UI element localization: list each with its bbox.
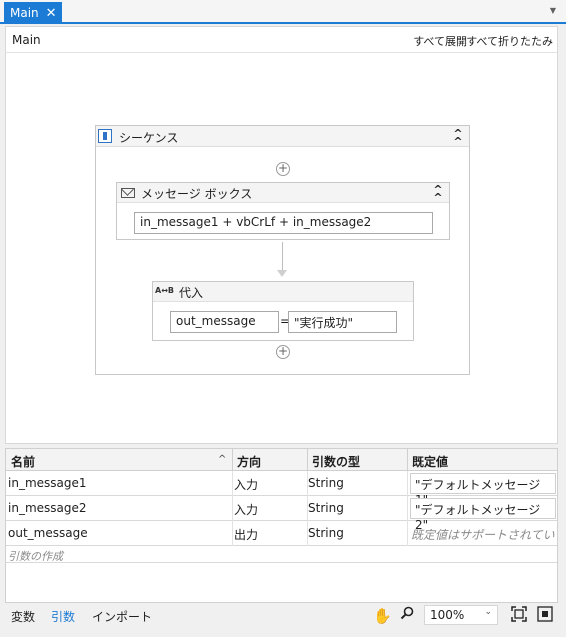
cell-divider <box>407 521 408 546</box>
message-text-field[interactable]: in_message1 + vbCrLf + in_message2 <box>134 212 433 234</box>
overview-icon[interactable] <box>537 606 553 622</box>
argument-default-field[interactable]: "デフォルトメッセージ2" <box>410 498 556 532</box>
sequence-title: シーケンス <box>119 131 179 145</box>
zoom-level-value: 100% <box>430 608 465 622</box>
cell-divider <box>407 471 408 496</box>
argument-direction-cell[interactable]: 出力 <box>234 526 258 543</box>
connector-line <box>282 242 283 270</box>
table-row[interactable]: in_message1 入力 String "デフォルトメッセージ1" <box>6 471 557 507</box>
arguments-table-header: 名前 ^ 方向 引数の型 既定値 <box>6 449 557 471</box>
cell-divider <box>232 471 233 496</box>
connector-arrow-icon <box>277 270 287 277</box>
row-divider <box>6 562 557 563</box>
breadcrumb[interactable]: Main <box>12 33 41 47</box>
cell-divider <box>232 496 233 521</box>
assign-activity[interactable]: A↔B 代入 out_message = "実行成功" <box>152 281 414 341</box>
envelope-icon <box>121 188 135 198</box>
designer-footer: 変数 引数 インポート ✋ 100% ⌄ <box>5 603 558 629</box>
assign-value-field[interactable]: "実行成功" <box>288 311 397 333</box>
document-tab-strip: Main ✕ ▼ <box>0 0 566 24</box>
column-header-default[interactable]: 既定値 <box>412 453 448 470</box>
argument-direction-cell[interactable]: 入力 <box>234 476 258 493</box>
cell-divider <box>407 496 408 521</box>
assign-to-field[interactable]: out_message <box>170 311 279 333</box>
column-separator[interactable] <box>307 449 308 471</box>
assign-header[interactable]: A↔B 代入 <box>153 282 413 302</box>
column-header-direction[interactable]: 方向 <box>237 453 261 470</box>
arguments-panel: 名前 ^ 方向 引数の型 既定値 in_message1 入力 String "… <box>5 448 558 603</box>
add-activity-top-icon[interactable]: + <box>276 162 290 176</box>
message-box-header[interactable]: メッセージ ボックス ^ ^ <box>117 183 449 203</box>
assign-icon: A↔B <box>155 286 174 295</box>
column-separator[interactable] <box>407 449 408 471</box>
argument-name-cell[interactable]: out_message <box>8 526 88 540</box>
cell-divider <box>232 521 233 546</box>
sequence-header[interactable]: シーケンス ^ ^ <box>96 126 469 147</box>
chevron-down-icon: ⌄ <box>484 607 492 617</box>
tab-main[interactable]: Main ✕ <box>4 2 62 24</box>
argument-type-cell[interactable]: String <box>308 526 344 540</box>
collapse-all-button[interactable]: すべて折りたたみ <box>466 33 553 49</box>
close-icon[interactable]: ✕ <box>46 7 57 20</box>
tab-dropdown-icon[interactable]: ▼ <box>550 6 556 15</box>
collapse-chevron-icon[interactable]: ^ ^ <box>451 128 465 147</box>
assign-title: 代入 <box>179 286 204 300</box>
sequence-icon <box>98 129 112 143</box>
argument-direction-cell[interactable]: 入力 <box>234 501 258 518</box>
sort-arrow-icon: ^ <box>218 454 227 465</box>
table-row[interactable]: out_message 出力 String 既定値はサポートされていません <box>6 521 557 546</box>
column-header-type[interactable]: 引数の型 <box>312 453 360 470</box>
add-activity-bottom-icon[interactable]: + <box>276 345 290 359</box>
message-box-activity[interactable]: メッセージ ボックス ^ ^ in_message1 + vbCrLf + in_… <box>116 182 450 240</box>
designer-header: Main すべて展開 すべて折りたたみ <box>6 27 557 53</box>
argument-default-field[interactable]: "デフォルトメッセージ1" <box>410 473 556 507</box>
tab-imports[interactable]: インポート <box>92 608 152 625</box>
argument-type-cell[interactable]: String <box>308 501 344 515</box>
message-box-title: メッセージ ボックス <box>141 187 253 201</box>
column-header-name[interactable]: 名前 <box>11 453 35 470</box>
argument-name-cell[interactable]: in_message2 <box>8 501 87 515</box>
hand-icon[interactable]: ✋ <box>373 607 392 625</box>
workflow-designer[interactable]: Main すべて展開 すべて折りたたみ シーケンス ^ ^ + メッセージ ボック… <box>5 26 558 444</box>
column-separator[interactable] <box>232 449 233 471</box>
sequence-activity[interactable]: シーケンス ^ ^ + メッセージ ボックス ^ ^ in_message1 + v… <box>95 125 470 375</box>
tab-variables[interactable]: 変数 <box>11 608 35 625</box>
expand-all-button[interactable]: すべて展開 <box>413 33 467 49</box>
tab-arguments[interactable]: 引数 <box>51 608 75 625</box>
tab-main-label: Main <box>10 6 39 20</box>
table-row[interactable]: in_message2 入力 String "デフォルトメッセージ2" <box>6 496 557 532</box>
argument-type-cell[interactable]: String <box>308 476 344 490</box>
argument-default-placeholder: 既定値はサポートされていません <box>411 528 557 542</box>
fit-to-screen-icon[interactable] <box>511 606 527 622</box>
zoom-icon[interactable] <box>400 606 414 620</box>
argument-name-cell[interactable]: in_message1 <box>8 476 87 490</box>
zoom-level-select[interactable]: 100% ⌄ <box>424 605 498 625</box>
collapse-chevron-icon[interactable]: ^ ^ <box>431 184 445 203</box>
